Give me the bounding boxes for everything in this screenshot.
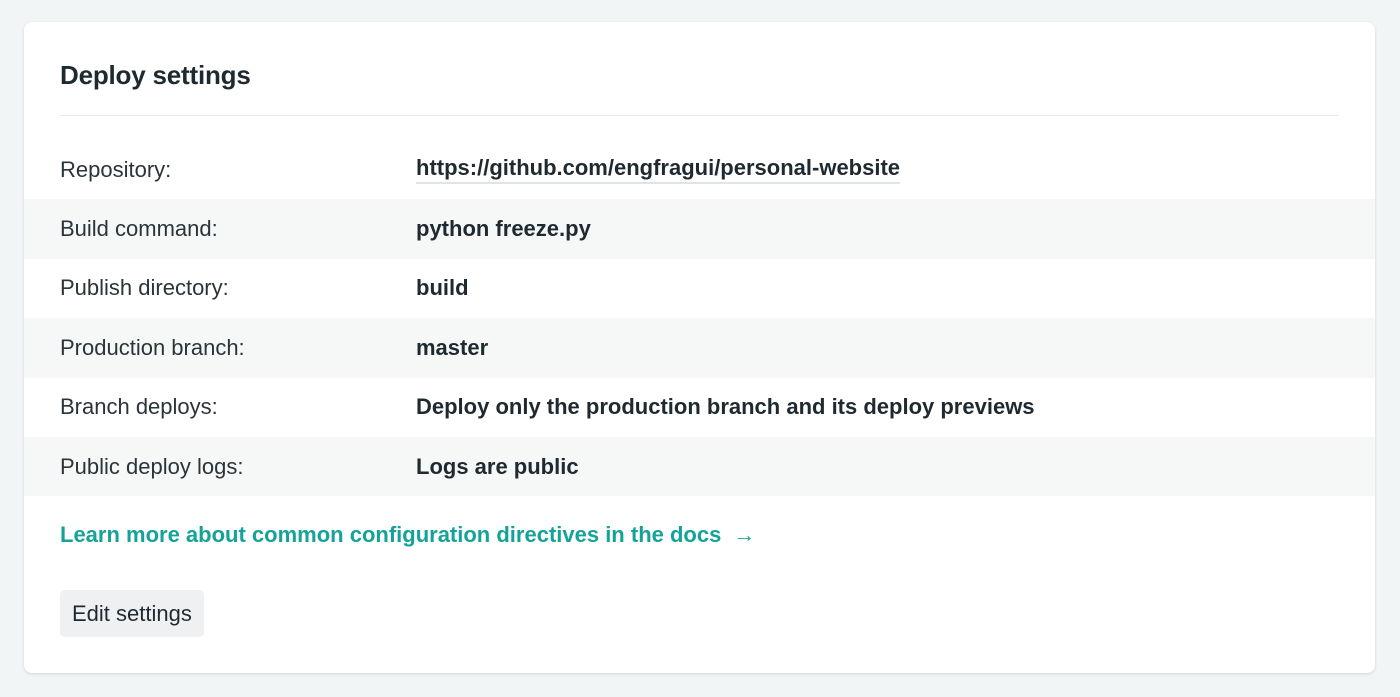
- arrow-right-icon: →: [733, 522, 756, 547]
- setting-row-build-command: Build command: python freeze.py: [24, 199, 1375, 259]
- setting-value: Deploy only the production branch and it…: [416, 394, 1035, 420]
- setting-row-production-branch: Production branch: master: [24, 318, 1375, 378]
- setting-value: build: [416, 275, 469, 301]
- setting-label: Build command:: [60, 216, 218, 242]
- setting-label: Production branch:: [60, 334, 245, 360]
- setting-row-public-deploy-logs: Public deploy logs: Logs are public: [24, 436, 1375, 497]
- repository-link[interactable]: https://github.com/engfragui/personal-we…: [416, 155, 901, 185]
- setting-label: Repository:: [60, 156, 172, 182]
- setting-label: Branch deploys:: [60, 394, 218, 420]
- deploy-settings-card: Deploy settings Repository: https://gith…: [24, 22, 1375, 673]
- setting-row-publish-directory: Publish directory: build: [24, 259, 1375, 318]
- docs-link-label: Learn more about common configuration di…: [60, 522, 722, 547]
- setting-row-branch-deploys: Branch deploys: Deploy only the producti…: [24, 378, 1375, 437]
- edit-settings-button[interactable]: Edit settings: [60, 590, 204, 637]
- settings-list: Repository: https://github.com/engfragui…: [24, 140, 1375, 497]
- setting-label: Public deploy logs:: [60, 453, 244, 479]
- setting-value: Logs are public: [416, 453, 579, 479]
- card-title: Deploy settings: [60, 60, 251, 90]
- setting-value: master: [416, 334, 489, 360]
- card-header: Deploy settings: [60, 22, 1339, 116]
- setting-label: Publish directory:: [60, 275, 229, 301]
- docs-link[interactable]: Learn more about common configuration di…: [60, 522, 755, 548]
- setting-value: python freeze.py: [416, 216, 591, 242]
- setting-row-repository: Repository: https://github.com/engfragui…: [24, 140, 1375, 199]
